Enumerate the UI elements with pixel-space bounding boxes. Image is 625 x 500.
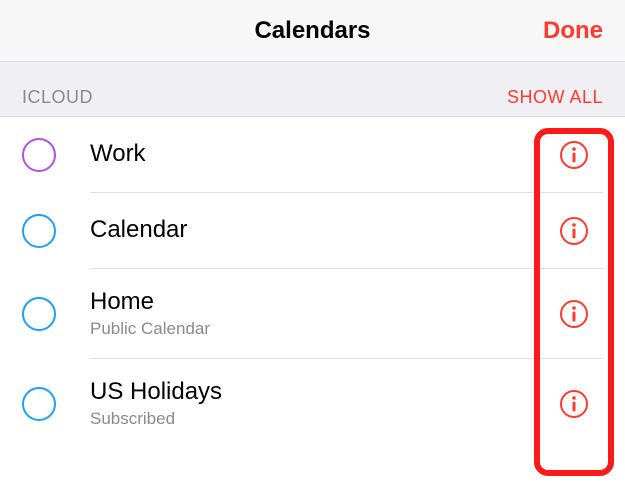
info-icon[interactable] — [559, 389, 589, 419]
calendar-row[interactable]: Work — [0, 117, 625, 193]
calendar-list: Work Calendar Home Public Calendar — [0, 117, 625, 449]
calendar-row[interactable]: Calendar — [0, 193, 625, 269]
selection-circle-icon[interactable] — [22, 138, 56, 172]
row-text: Calendar — [90, 216, 187, 245]
calendar-title: US Holidays — [90, 378, 222, 407]
row-text: Home Public Calendar — [90, 288, 210, 339]
calendar-title: Calendar — [90, 216, 187, 245]
selection-circle-icon[interactable] — [22, 387, 56, 421]
section-label: ICLOUD — [22, 87, 93, 108]
calendar-title: Work — [90, 140, 146, 169]
done-button[interactable]: Done — [543, 17, 603, 45]
calendar-subtitle: Subscribed — [90, 409, 222, 429]
selection-circle-icon[interactable] — [22, 297, 56, 331]
calendar-row[interactable]: Home Public Calendar — [0, 269, 625, 359]
calendar-subtitle: Public Calendar — [90, 319, 210, 339]
row-text: Work — [90, 140, 146, 169]
info-icon[interactable] — [559, 216, 589, 246]
section-header: ICLOUD SHOW ALL — [0, 62, 625, 117]
header-bar: Calendars Done — [0, 0, 625, 62]
row-content: Work — [90, 117, 603, 193]
row-content: Calendar — [90, 193, 603, 269]
header-title: Calendars — [254, 17, 370, 45]
show-all-button[interactable]: SHOW ALL — [507, 87, 603, 108]
selection-circle-icon[interactable] — [22, 214, 56, 248]
row-text: US Holidays Subscribed — [90, 378, 222, 429]
info-icon[interactable] — [559, 140, 589, 170]
info-icon[interactable] — [559, 299, 589, 329]
calendar-title: Home — [90, 288, 210, 317]
row-content: Home Public Calendar — [90, 269, 603, 359]
calendar-row[interactable]: US Holidays Subscribed — [0, 359, 625, 449]
row-content: US Holidays Subscribed — [90, 359, 603, 449]
